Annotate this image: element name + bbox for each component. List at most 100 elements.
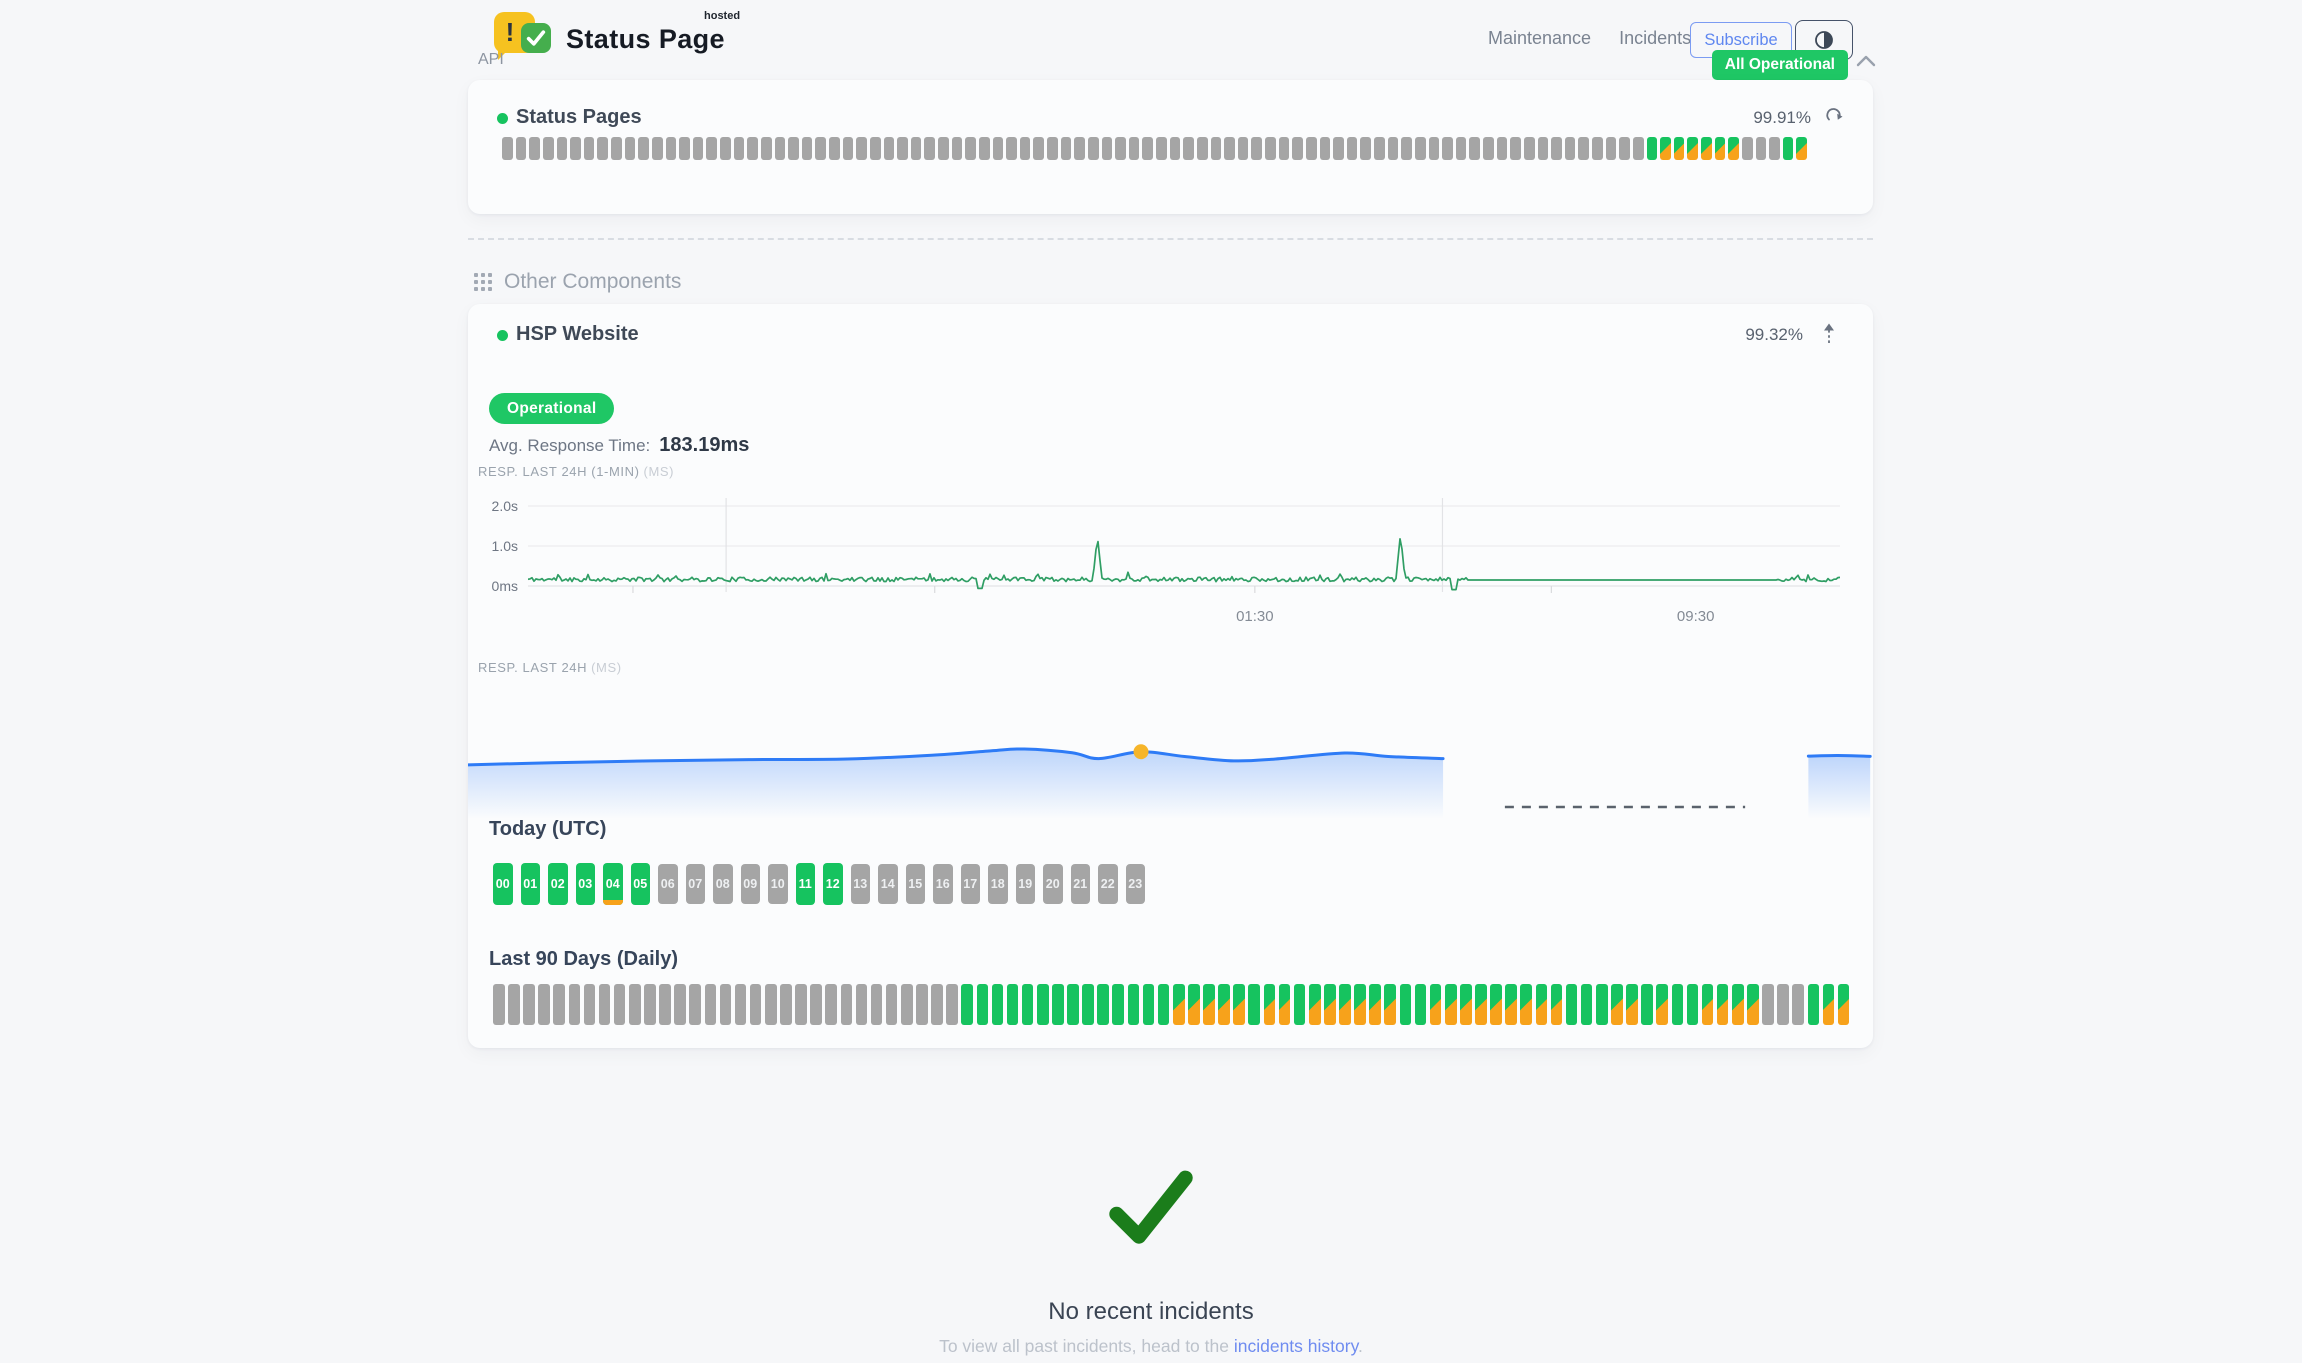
uptime-bar bbox=[1647, 137, 1658, 160]
hour-block: 09 bbox=[741, 864, 761, 904]
uptime-bar bbox=[1592, 137, 1603, 160]
day-uptime-bar bbox=[1430, 984, 1442, 1025]
day-uptime-bar bbox=[1400, 984, 1412, 1025]
uptime-bar bbox=[734, 137, 745, 160]
incidents-history-link[interactable]: incidents history bbox=[1234, 1336, 1358, 1356]
day-uptime-bar bbox=[931, 984, 943, 1025]
status-page: ! Status Page hosted Maintenance Inciden… bbox=[0, 0, 2302, 1363]
day-uptime-bar bbox=[1248, 984, 1260, 1025]
uptime-bar bbox=[1360, 137, 1371, 160]
uptime-bar bbox=[1538, 137, 1549, 160]
uptime-bar bbox=[1728, 137, 1739, 160]
day-uptime-bar bbox=[1490, 984, 1502, 1025]
uptime-bar bbox=[1211, 137, 1222, 160]
day-uptime-bar bbox=[810, 984, 822, 1025]
day-uptime-bar bbox=[1702, 984, 1714, 1025]
hour-block: 14 bbox=[878, 864, 898, 904]
hour-block: 15 bbox=[906, 864, 926, 904]
component-uptime: 99.32% bbox=[1745, 325, 1803, 345]
hour-block: 16 bbox=[933, 864, 953, 904]
day-uptime-bar bbox=[1082, 984, 1094, 1025]
y-axis-label: 1.0s bbox=[478, 538, 518, 554]
uptime-bar bbox=[1074, 137, 1085, 160]
component-uptime: 99.91% bbox=[1753, 108, 1811, 128]
uptime-bar bbox=[1769, 137, 1780, 160]
incidents-history-line: To view all past incidents, head to the … bbox=[0, 1336, 2302, 1357]
component-name: HSP Website bbox=[516, 323, 639, 346]
uptime-bar bbox=[1701, 137, 1712, 160]
operational-badge: Operational bbox=[489, 393, 614, 424]
status-dot bbox=[497, 113, 508, 124]
hour-block: 02 bbox=[548, 863, 568, 905]
day-uptime-bar bbox=[1656, 984, 1668, 1025]
uptime-bar bbox=[911, 137, 922, 160]
uptime-bar bbox=[1442, 137, 1453, 160]
chart1-unit: (MS) bbox=[644, 464, 675, 479]
brand-logo: ! Status Page hosted bbox=[494, 10, 794, 62]
chevron-up-icon[interactable] bbox=[1856, 54, 1876, 72]
section-title: Other Components bbox=[504, 270, 681, 294]
day-uptime-bar bbox=[1611, 984, 1623, 1025]
uptime-bar bbox=[529, 137, 540, 160]
day-uptime-bar bbox=[886, 984, 898, 1025]
day-uptime-bar bbox=[1777, 984, 1789, 1025]
uptime-bar bbox=[802, 137, 813, 160]
uptime-bar bbox=[1483, 137, 1494, 160]
uptime-bar bbox=[1265, 137, 1276, 160]
uptime-bar bbox=[584, 137, 595, 160]
refresh-icon[interactable] bbox=[1825, 107, 1845, 132]
day-uptime-bar bbox=[659, 984, 671, 1025]
uptime-bar bbox=[829, 137, 840, 160]
uptime-bar bbox=[557, 137, 568, 160]
uptime-bar bbox=[1756, 137, 1767, 160]
y-axis-label: 0ms bbox=[478, 578, 518, 594]
uptime-bar bbox=[897, 137, 908, 160]
uptime-bar bbox=[597, 137, 608, 160]
day-uptime-bar bbox=[1672, 984, 1684, 1025]
uptime-bar bbox=[870, 137, 881, 160]
day-uptime-bar bbox=[1112, 984, 1124, 1025]
last-90-days-heading: Last 90 Days (Daily) bbox=[489, 948, 678, 971]
day-uptime-bar bbox=[1128, 984, 1140, 1025]
uptime-bar bbox=[625, 137, 636, 160]
grid-dots-icon bbox=[474, 273, 493, 292]
uptime-bar bbox=[1633, 137, 1644, 160]
hour-block: 06 bbox=[658, 864, 678, 904]
uptime-bar bbox=[666, 137, 677, 160]
response-time-line-chart: 2.0s1.0s0ms01:3009:30 bbox=[478, 492, 1850, 642]
day-uptime-bar bbox=[1158, 984, 1170, 1025]
day-uptime-bar bbox=[705, 984, 717, 1025]
uptime-bar bbox=[611, 137, 622, 160]
day-uptime-bar bbox=[508, 984, 520, 1025]
day-uptime-bar bbox=[720, 984, 732, 1025]
day-uptime-bar bbox=[1732, 984, 1744, 1025]
uptime-bar bbox=[1033, 137, 1044, 160]
day-uptime-bar bbox=[674, 984, 686, 1025]
day-uptime-bar bbox=[856, 984, 868, 1025]
uptime-bar bbox=[1238, 137, 1249, 160]
day-uptime-bar bbox=[1475, 984, 1487, 1025]
uptime-bar bbox=[788, 137, 799, 160]
day-uptime-bar bbox=[1536, 984, 1548, 1025]
hour-block: 08 bbox=[713, 864, 733, 904]
nav-link-maintenance[interactable]: Maintenance bbox=[1488, 28, 1591, 49]
uptime-bar bbox=[1306, 137, 1317, 160]
hour-block: 01 bbox=[521, 863, 541, 905]
nav-link-incidents[interactable]: Incidents bbox=[1619, 28, 1691, 49]
day-uptime-bar bbox=[871, 984, 883, 1025]
uptime-bar bbox=[775, 137, 786, 160]
uptime-bar bbox=[1183, 137, 1194, 160]
day-uptime-bar bbox=[614, 984, 626, 1025]
day-uptime-bar bbox=[1188, 984, 1200, 1025]
uptime-bar bbox=[1156, 137, 1167, 160]
uptime-bar bbox=[543, 137, 554, 160]
uptime-bar bbox=[1088, 137, 1099, 160]
day-uptime-bar bbox=[1566, 984, 1578, 1025]
day-uptime-bar bbox=[1505, 984, 1517, 1025]
day-uptime-bar bbox=[1339, 984, 1351, 1025]
day-uptime-bar bbox=[1384, 984, 1396, 1025]
day-uptime-bar bbox=[1596, 984, 1608, 1025]
today-hours-strip: 0001020304050607080910111213141516171819… bbox=[493, 862, 1145, 906]
day-uptime-bar bbox=[1052, 984, 1064, 1025]
uptime-bar bbox=[1524, 137, 1535, 160]
